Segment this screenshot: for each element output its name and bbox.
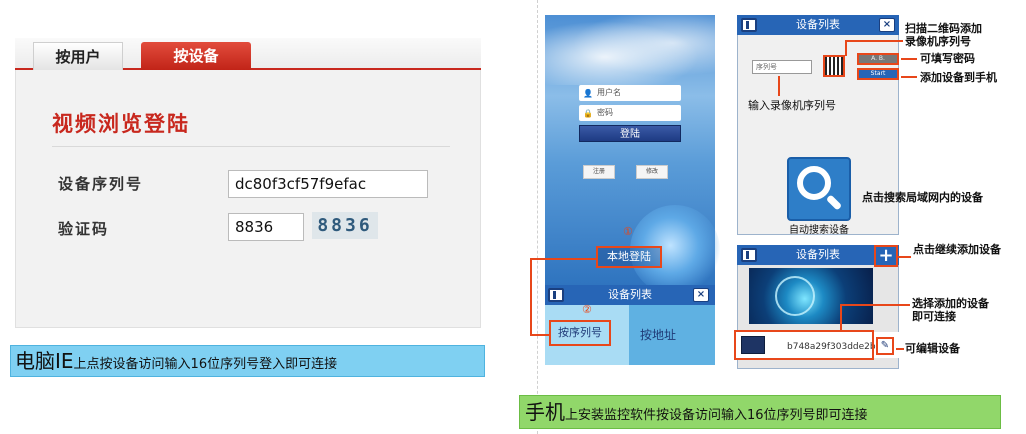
connector-line	[530, 258, 532, 336]
tab-by-user[interactable]: 按用户	[33, 42, 123, 70]
pc-caption: 电脑IE上点按设备访问输入16位序列号登入即可连接	[10, 345, 485, 377]
title-divider	[52, 146, 450, 147]
page-title: 视频浏览登陆	[52, 112, 190, 136]
close-icon[interactable]: ×	[693, 288, 709, 302]
divider	[537, 0, 538, 434]
pc-caption-rest: 上点按设备访问输入16位序列号登入即可连接	[73, 357, 338, 372]
login-button[interactable]: 登陆	[579, 125, 681, 142]
connector-line	[898, 256, 911, 258]
note-select-device: 选择添加的设备 即可连接	[912, 297, 989, 323]
password-placeholder: 密码	[597, 108, 613, 117]
captcha-label: 验证码	[58, 220, 110, 238]
device-list-mini-title: 设备列表	[608, 288, 652, 301]
note-select-text: 选择添加的设备 即可连接	[912, 297, 989, 323]
local-login-button[interactable]: 本地登陆	[596, 246, 662, 268]
qr-code-icon[interactable]	[823, 55, 845, 77]
tab-by-serial[interactable]: 按序列号	[549, 320, 611, 346]
phone-caption-rest: 上安装监控软件按设备访问输入16位序列号即可连接	[565, 408, 868, 423]
password-box[interactable]: A. B.	[857, 53, 899, 65]
connector-line	[778, 76, 780, 96]
connector-line	[840, 304, 842, 332]
auto-search-label: 自动搜索设备	[789, 225, 849, 236]
connector-line	[845, 40, 847, 56]
connector-line	[901, 76, 917, 78]
tab-by-address[interactable]: 按地址	[640, 326, 676, 343]
note-scan-text: 扫描二维码添加 录像机序列号	[905, 22, 982, 48]
phone-caption-big: 手机	[525, 400, 565, 424]
tab-by-device[interactable]: 按设备	[141, 42, 251, 70]
pc-tab-bar: 按用户 按设备	[15, 38, 481, 70]
connector-line	[901, 58, 917, 60]
captcha-image[interactable]: 8836	[312, 212, 378, 239]
phone-caption: 手机上安装监控软件按设备访问输入16位序列号即可连接	[519, 395, 1001, 429]
note-continue-add: 点击继续添加设备	[913, 243, 1001, 256]
username-placeholder: 用户名	[597, 88, 621, 97]
input-serial-label: 输入录像机序列号	[748, 99, 836, 112]
cloud-background	[545, 15, 715, 85]
menu-icon[interactable]	[741, 18, 757, 32]
note-password: 可填写密码	[920, 52, 975, 65]
note-add-to-phone: 添加设备到手机	[920, 71, 997, 84]
modify-button[interactable]: 修改	[636, 165, 668, 179]
step-2-marker: ②	[582, 303, 592, 316]
search-icon	[797, 166, 831, 200]
note-edit-device: 可编辑设备	[905, 342, 960, 355]
close-icon[interactable]: ×	[879, 18, 895, 32]
note-search-lan: 点击搜索局域网内的设备	[862, 191, 983, 204]
start-button[interactable]: Start	[857, 68, 899, 80]
user-icon: 👤	[583, 89, 593, 98]
note-scan-qr: 扫描二维码添加 录像机序列号	[905, 22, 982, 48]
connector-line	[530, 334, 549, 336]
serial-label: 设备序列号	[58, 175, 144, 193]
device-row-highlight	[734, 330, 874, 360]
username-field[interactable]: 👤 用户名	[579, 85, 681, 101]
connector-line	[845, 40, 903, 42]
step-1-marker: ①	[623, 225, 633, 238]
edit-icon[interactable]: ✎	[876, 337, 894, 355]
serial-input[interactable]	[228, 170, 428, 198]
connector-line	[840, 304, 910, 306]
password-field[interactable]: 🔒 密码	[579, 105, 681, 121]
connector-line	[530, 258, 596, 260]
menu-icon[interactable]	[741, 248, 757, 262]
connector-line	[896, 348, 904, 350]
add-device-header: 设备列表	[737, 15, 899, 35]
preview-ring	[775, 276, 815, 316]
add-device-button[interactable]: +	[874, 245, 898, 267]
pc-caption-big: 电脑IE	[15, 349, 74, 373]
serial-field[interactable]: 序列号	[752, 60, 812, 74]
lock-icon: 🔒	[583, 109, 593, 118]
captcha-input[interactable]	[228, 213, 304, 241]
register-button[interactable]: 注册	[583, 165, 615, 179]
